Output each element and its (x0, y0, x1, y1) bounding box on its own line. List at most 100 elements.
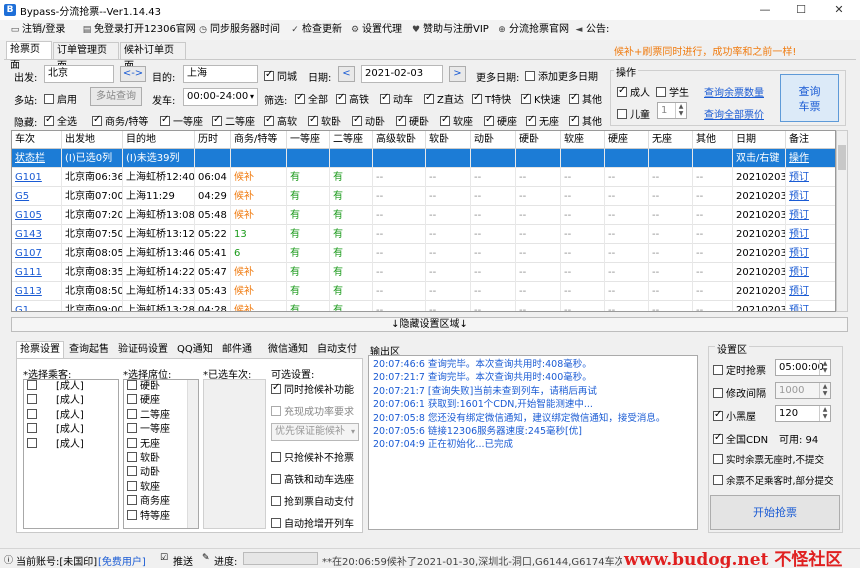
passenger-item[interactable]: [成人] (24, 380, 118, 394)
samecity-checkbox[interactable]: 同城 (264, 68, 297, 83)
tab-orders[interactable]: 订单管理页面 (53, 42, 119, 72)
hide-settings-bar[interactable]: ↓隐藏设置区域↓ (11, 317, 848, 332)
table-cell[interactable]: 预订 (786, 263, 835, 282)
hide-all[interactable]: 全选 (44, 113, 77, 128)
col-dongwo[interactable]: 动卧 (471, 131, 516, 149)
seat-list-scrollbar[interactable] (187, 380, 198, 528)
filter-highspeed[interactable]: 高铁 (336, 91, 369, 106)
noseat-checkbox[interactable]: 实时余票无座时,不提交 (713, 452, 824, 466)
tab-autopay[interactable]: 自动支付 (314, 342, 362, 358)
table-row[interactable]: G111 北京南08:35 上海虹桥14:22 05:47 候补有有 -- -- -- -- --… (12, 263, 835, 282)
table-cell[interactable]: 预订 (786, 282, 835, 301)
start-grab-button[interactable]: 开始抢票 (710, 495, 840, 530)
filter-t[interactable]: T特快 (472, 91, 511, 106)
tab-email[interactable]: 邮件通知 (219, 342, 263, 371)
prev-date-button[interactable]: < (338, 66, 355, 82)
date-input[interactable]: 2021-02-03 (361, 65, 443, 83)
hide-other[interactable]: 其他 (569, 113, 602, 128)
hide-wuzuo[interactable]: 无座 (526, 113, 559, 128)
scroll-thumb[interactable] (838, 145, 846, 170)
passenger-item[interactable]: [成人] (24, 408, 118, 423)
table-cell[interactable]: 状态栏 (12, 149, 62, 168)
table-row[interactable]: G113 北京南08:50 上海虹桥14:33 05:43 候补有有 -- -- -- -- --… (12, 282, 835, 301)
next-date-button[interactable]: > (449, 66, 466, 82)
table-cell[interactable]: G113 (12, 282, 62, 301)
cdn-checkbox[interactable]: 全国CDN (713, 431, 768, 446)
child-count-input[interactable]: 1 ▲ ▼ (657, 102, 687, 119)
tab-captcha[interactable]: 验证码设置 (115, 342, 173, 358)
passenger-item[interactable]: [成人] (24, 437, 118, 452)
col-wuzuo[interactable]: 无座 (649, 131, 693, 149)
maximize-button[interactable]: ☐ (784, 0, 818, 20)
hide-ruanzuo[interactable]: 软座 (440, 113, 473, 128)
multistation-query-button[interactable]: 多站查询 (90, 87, 142, 106)
swap-button[interactable]: <-> (120, 66, 146, 82)
table-row[interactable]: G1 北京南09:00 上海虹桥13:28 04:28 候补有有 -- -- -- -- -- --… (12, 301, 835, 311)
menu-vip[interactable]: ♥ 赞助与注册VIP (411, 23, 489, 37)
query-tickets-button[interactable]: 查询 车票 (780, 74, 839, 122)
hide-ruanwo[interactable]: 软卧 (308, 113, 341, 128)
table-cell[interactable]: 预订 (786, 187, 835, 206)
passenger-item[interactable]: [成人] (24, 423, 118, 437)
menu-website[interactable]: ⊕ 分流抢票官网 (497, 23, 569, 37)
hide-business[interactable]: 商务/特等 (92, 113, 148, 128)
autoadd-checkbox[interactable]: 自动抢增开列车 (271, 515, 354, 530)
passenger-item[interactable]: [成人] (24, 394, 118, 408)
table-cell[interactable]: G111 (12, 263, 62, 282)
filter-emu[interactable]: 动车 (380, 91, 413, 106)
query-remaining-link[interactable]: 查询余票数量 (704, 84, 764, 99)
table-cell[interactable]: G143 (12, 225, 62, 244)
priority-select[interactable]: 优先保证能候补 ▾ (271, 423, 359, 441)
col-gaoruan[interactable]: 高级软卧 (373, 131, 426, 149)
hide-dongwo[interactable]: 动卧 (352, 113, 385, 128)
table-cell[interactable]: 预订 (786, 301, 835, 311)
filter-other[interactable]: 其他 (569, 91, 602, 106)
col-second[interactable]: 二等座 (330, 131, 373, 149)
table-row[interactable]: G5 北京南07:00 上海11:29 04:29 候补有有 -- -- -- -- -- -- --… (12, 187, 835, 206)
col-to[interactable]: 目的地 (123, 131, 195, 149)
hide-gaoruan[interactable]: 高软 (264, 113, 297, 128)
table-cell[interactable]: G107 (12, 244, 62, 263)
col-yingzuo[interactable]: 硬座 (605, 131, 649, 149)
adult-checkbox[interactable]: 成人 (617, 84, 650, 99)
child-checkbox[interactable]: 儿童 (617, 106, 650, 121)
depart-time-select[interactable]: 00:00-24:00 ▾ (183, 88, 258, 106)
spinner-icon[interactable]: ▲ ▼ (675, 103, 686, 118)
table-row[interactable]: G107 北京南08:05 上海虹桥13:46 05:41 6 有有 -- -- -- -- -- -… (12, 244, 835, 263)
table-cell[interactable]: G101 (12, 168, 62, 187)
col-ruanzuo[interactable]: 软座 (561, 131, 605, 149)
tab-grab-settings[interactable]: 抢票设置 (16, 341, 64, 359)
blacklist-checkbox[interactable]: 小黑屋 (713, 408, 756, 423)
minimize-button[interactable]: — (748, 0, 782, 20)
menu-proxy[interactable]: ⚙ 设置代理 (350, 23, 402, 37)
tab-booking[interactable]: 抢票页面 (6, 41, 52, 71)
interval-checkbox[interactable]: 修改间隔 (713, 385, 766, 400)
col-date[interactable]: 日期 (733, 131, 786, 149)
spinner-icon[interactable]: ▲ ▼ (819, 406, 830, 421)
table-cell[interactable]: G1 (12, 301, 62, 311)
table-scrollbar[interactable] (836, 130, 848, 312)
auto-waitlist-checkbox[interactable]: 同时抢候补功能 (271, 381, 354, 396)
filter-z[interactable]: Z直达 (424, 91, 464, 106)
blacklist-input[interactable]: 120 ▲ ▼ (775, 405, 831, 422)
close-button[interactable]: ✕ (822, 0, 856, 20)
add-dates-checkbox[interactable]: 添加更多日期 (525, 68, 598, 83)
to-input[interactable]: 上海 (183, 65, 258, 83)
passenger-list[interactable]: [成人] [成人] [成人] [成人] [成人] (23, 379, 119, 529)
hide-second[interactable]: 二等座 (212, 113, 255, 128)
timer-checkbox[interactable]: 定时抢票 (713, 362, 766, 377)
log-output[interactable]: 20:07:46:6 查询完毕。本次查询共用时:408毫秒。 20:07:21:… (368, 355, 698, 530)
col-business[interactable]: 商务/特等 (231, 131, 287, 149)
menu-check-update[interactable]: ✓ 检查更新 (290, 23, 342, 37)
partial-checkbox[interactable]: 余票不足乘客时,部分提交 (713, 473, 834, 487)
table-cell[interactable]: 预订 (786, 206, 835, 225)
filter-all[interactable]: 全部 (295, 91, 328, 106)
table-status-row[interactable]: 状态栏 (I)已选0列 (I)未选39列 双击/右键 操作 (12, 149, 835, 168)
success-req-checkbox[interactable]: 充现成功率要求 (271, 403, 354, 418)
col-yingwo[interactable]: 硬卧 (516, 131, 561, 149)
table-row[interactable]: G101 北京南06:36 上海虹桥12:40 06:04 候补有有 -- -- -- -- --… (12, 168, 835, 187)
tab-qq[interactable]: QQ通知 (174, 342, 218, 358)
col-from[interactable]: 出发地 (62, 131, 123, 149)
autopay-checkbox[interactable]: 抢到票自动支付 (271, 493, 354, 508)
from-input[interactable]: 北京 (44, 65, 114, 83)
